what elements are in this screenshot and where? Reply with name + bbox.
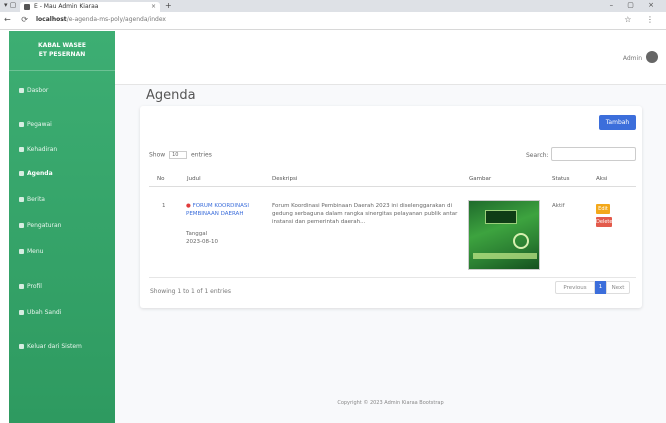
brand-line-2: ET PESERNAN [38,51,86,58]
page-title: Agenda [146,88,196,103]
sidebar-item-label: Profil [27,283,42,290]
agenda-date: 2023-08-10 [186,239,218,245]
brand-line-1: KABAL WASEE [38,42,86,49]
browser-menu-icons[interactable]: ☆ ⋮ [624,15,660,24]
calendar-check-icon [19,147,24,152]
sidebar-item-label: Pengaturan [27,222,62,229]
cell-status: Aktif [552,202,565,210]
image-banner [485,210,517,224]
close-tab-icon[interactable]: × [151,2,156,12]
nav-buttons[interactable]: ← ⟳ [4,15,32,24]
entries-label: entries [191,151,212,159]
avatar[interactable] [646,51,658,63]
sidebar-item-ubah-sandi[interactable]: Ubah Sandi [19,309,61,316]
agenda-image[interactable] [468,200,540,270]
sidebar-item-label: Keluar dari Sistem [27,343,82,350]
column-header-gambar[interactable]: Gambar [469,176,491,182]
edit-button[interactable]: Edit [596,204,610,214]
pagination-page-1[interactable]: 1 [595,281,606,294]
agenda-icon [19,171,24,176]
favicon-icon [24,4,30,10]
agenda-title[interactable]: FORUM KOORDINASI PEMBINAAN DAERAH [186,203,249,217]
topbar-username[interactable]: Admin [623,55,642,62]
browser-tab[interactable]: E - Mau Admin Kiaraa × [20,2,160,12]
show-label: Show [149,151,166,159]
sidebar-item-label: Pegawai [27,121,52,128]
sidebar-item-kehadiran[interactable]: Kehadiran [19,146,57,153]
date-label: Tanggal [186,231,208,237]
column-header-status[interactable]: Status [552,176,570,182]
cell-description: Forum Koordinasi Pembinaan Daerah 2023 i… [272,203,458,225]
sidebar-item-label: Berita [27,196,45,203]
url-path: /e-agenda-ms-poly/agenda/index [66,16,166,23]
sidebar-item-dasbor[interactable]: Dasbor [19,87,48,94]
sidebar-item-label: Menu [27,248,44,255]
key-icon [19,310,24,315]
topbar: Admin [115,31,666,85]
sidebar-item-berita[interactable]: Berita [19,196,45,203]
column-header-deskripsi[interactable]: Deskripsi [272,176,297,182]
cell-title: ● FORUM KOORDINASI PEMBINAAN DAERAH Tang… [186,202,262,246]
footer-copyright: Copyright © 2023 Admin Kiaraa Bootstrap [337,400,444,406]
brand[interactable]: KABAL WASEE ET PESERNAN [9,31,115,71]
sidebar-item-label: Dasbor [27,87,49,94]
entries-select[interactable]: 10 [169,151,188,159]
dashboard-icon [19,88,24,93]
url-host: localhost [36,16,67,23]
sidebar-item-label: Ubah Sandi [27,309,62,316]
gear-icon [19,223,24,228]
column-header-judul[interactable]: Judul [187,176,201,182]
sidebar-item-pegawai[interactable]: Pegawai [19,121,52,128]
sidebar-item-keluar[interactable]: Keluar dari Sistem [19,343,82,350]
pagination-previous[interactable]: Previous [555,281,595,294]
table-divider [149,277,636,278]
new-tab-button[interactable]: + [165,1,172,10]
pin-icon: ● [186,203,191,209]
table-header: No Judul Deskripsi Gambar Status Aksi [149,172,636,187]
sidebar: KABAL WASEE ET PESERNAN Dasbor Pegawai K… [9,31,115,423]
column-header-no[interactable]: No [157,176,164,182]
users-icon [19,122,24,127]
tab-title: E - Mau Admin Kiaraa [34,3,99,10]
image-strip [473,253,537,259]
image-ring [513,233,529,249]
user-icon [19,284,24,289]
pagination-next[interactable]: Next [606,281,630,294]
cell-no: 1 [162,203,166,209]
tab-search-icon[interactable]: ▾ ▢ [4,1,16,9]
url-field[interactable]: localhost/e-agenda-ms-poly/agenda/index [36,16,166,23]
menu-icon [19,249,24,254]
add-agenda-button[interactable]: Tambah [599,115,636,130]
sidebar-item-label: Kehadiran [27,146,58,153]
browser-tab-bar: ▾ ▢ E - Mau Admin Kiaraa × + – ▢ × [0,0,666,12]
window-controls[interactable]: – ▢ × [610,1,660,9]
delete-button[interactable]: Delete [596,217,612,227]
column-header-aksi[interactable]: Aksi [596,176,607,182]
sidebar-item-profil[interactable]: Profil [19,283,42,290]
logout-icon [19,344,24,349]
sidebar-item-agenda[interactable]: Agenda [19,170,53,177]
show-entries: Show 10 entries [149,151,212,159]
search-label: Search: [526,152,549,159]
search-input[interactable] [551,147,636,161]
table-info: Showing 1 to 1 of 1 entries [150,288,231,295]
sidebar-item-menu[interactable]: Menu [19,248,43,255]
status-badge: Aktif [552,203,565,209]
address-bar: ← ⟳ localhost/e-agenda-ms-poly/agenda/in… [0,12,666,30]
sidebar-item-pengaturan[interactable]: Pengaturan [19,222,62,229]
news-icon [19,197,24,202]
sidebar-item-label: Agenda [27,170,53,177]
